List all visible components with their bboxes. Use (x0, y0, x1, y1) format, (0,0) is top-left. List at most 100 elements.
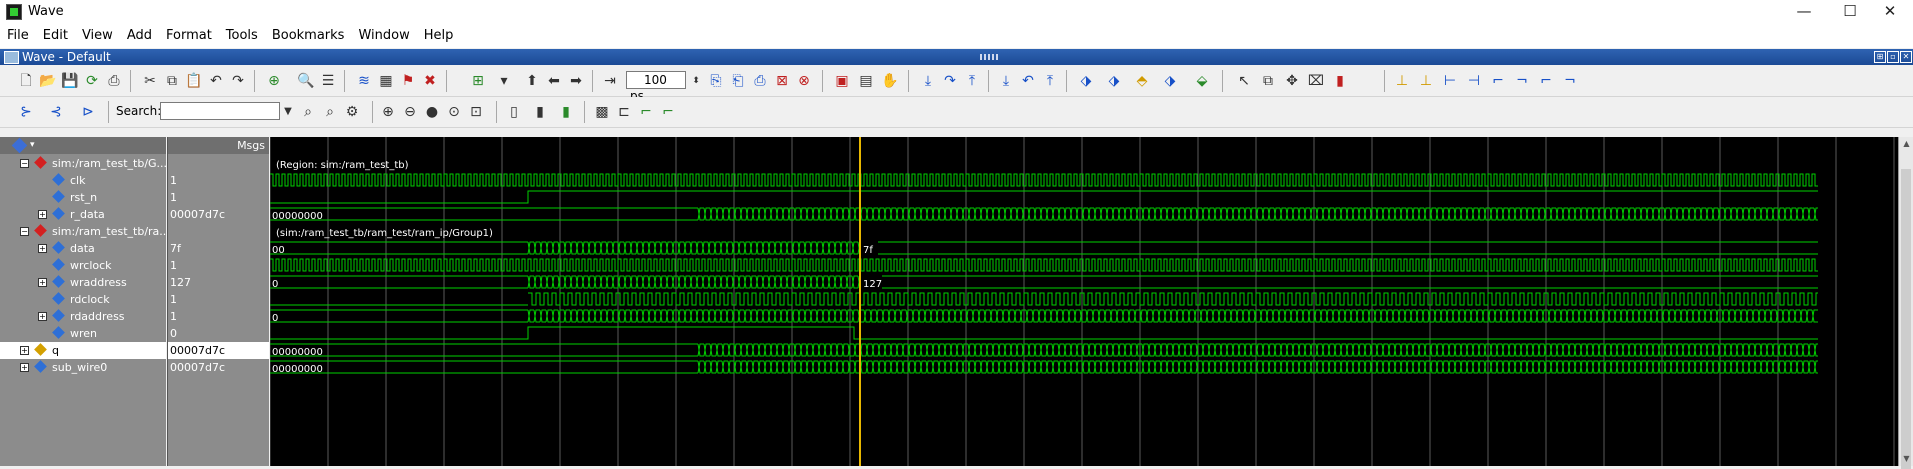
menu-view[interactable]: View (75, 24, 120, 48)
signal-row-clk[interactable]: clk (0, 172, 166, 189)
print-icon[interactable]: ⎙ (104, 71, 124, 91)
trace-icon[interactable]: ⬘ (1132, 71, 1152, 91)
search-options-icon[interactable]: ⚙ (342, 102, 362, 122)
expand-icon[interactable]: + (20, 363, 29, 372)
schematic-icon[interactable]: ⬗ (1104, 71, 1124, 91)
cut-icon[interactable]: ✂ (140, 71, 160, 91)
waveform-pane[interactable]: (Region: sim:/ram_test_tb) 00000000 (sim:/… (269, 137, 1898, 466)
signal-row-wraddress[interactable]: + wraddress (0, 274, 166, 291)
signal-row-wren[interactable]: wren (0, 325, 166, 342)
delete-icon[interactable]: ✖ (420, 71, 440, 91)
reload-icon[interactable]: ⟳ (82, 71, 102, 91)
collapse-icon[interactable]: − (20, 227, 29, 236)
expand-icon[interactable]: + (38, 210, 47, 219)
layers-icon[interactable]: ≋ (354, 71, 374, 91)
insert-group-icon[interactable]: ⊰ (46, 102, 66, 122)
run-icon[interactable]: ⎘ (706, 71, 726, 91)
wave-grid-icon[interactable]: ▩ (592, 102, 612, 122)
signal-row-sim-ram-test-tb-g-[interactable]: − sim:/ram_test_tb/G... (0, 155, 167, 172)
stop-mode-icon[interactable]: ▮ (1330, 71, 1350, 91)
insert-icon[interactable]: ⊞ (468, 71, 488, 91)
run-all-icon[interactable]: ⎙ (750, 71, 770, 91)
copy-icon[interactable]: ⧉ (162, 71, 182, 91)
menu-bookmarks[interactable]: Bookmarks (265, 24, 352, 48)
dataflow-icon[interactable]: ⬗ (1076, 71, 1096, 91)
search-prev-icon[interactable]: ⌕ (298, 102, 318, 122)
close-button[interactable]: ✕ (1867, 0, 1913, 24)
zoom-full-icon[interactable]: ● (422, 102, 442, 122)
edge-next-icon[interactable]: ⊣ (1464, 71, 1484, 91)
signal-row-r-data[interactable]: + r_data (0, 206, 166, 223)
save-icon[interactable]: 💾 (60, 71, 80, 91)
undo-icon[interactable]: ↶ (206, 71, 226, 91)
add-icon[interactable]: ⊕ (264, 71, 284, 91)
signal-row-rdclock[interactable]: rdclock (0, 291, 166, 308)
continue-icon[interactable]: ⎗ (728, 71, 748, 91)
wave-event-icon[interactable]: ⌐ (658, 102, 678, 122)
step-over-icon[interactable]: ↷ (940, 71, 960, 91)
compare-icon[interactable]: ⬗ (1160, 71, 1180, 91)
memory-icon[interactable]: ▤ (856, 71, 876, 91)
export-icon[interactable]: ⬙ (1192, 71, 1212, 91)
tree-dropdown-icon[interactable]: ▾ (30, 137, 35, 154)
select-pointer-icon[interactable]: ↖ (1234, 71, 1254, 91)
find-icon[interactable]: 🔍 (296, 71, 316, 91)
zoom-out-icon[interactable]: ⊖ (400, 102, 420, 122)
dropdown-icon[interactable]: ▾ (494, 71, 514, 91)
wave-logic-icon[interactable]: ⌐ (636, 102, 656, 122)
time-spinner-icon[interactable]: ⬍ (686, 71, 706, 91)
edge-last-icon[interactable]: ¬ (1560, 71, 1580, 91)
zoom-cursor-icon[interactable]: ⊙ (444, 102, 464, 122)
collapse-icon[interactable]: − (20, 159, 29, 168)
expand-icon[interactable]: + (20, 346, 29, 355)
wave-literal-icon[interactable]: ⊏ (614, 102, 634, 122)
edge-falling-icon[interactable]: ¬ (1512, 71, 1532, 91)
zoom-region-icon[interactable]: ⊡ (466, 102, 486, 122)
waveform-canvas[interactable]: (Region: sim:/ram_test_tb) 00000000 (sim:/… (269, 137, 1898, 466)
paste-icon[interactable]: 📋 (184, 71, 204, 91)
step-out-icon[interactable]: ⤒ (962, 71, 982, 91)
expand-icon[interactable]: + (38, 244, 47, 253)
break-icon[interactable]: ⊠ (772, 71, 792, 91)
restart-icon[interactable]: ▣ (832, 71, 852, 91)
expand-icon[interactable]: + (38, 312, 47, 321)
edit-mode-icon[interactable]: ⌧ (1306, 71, 1326, 91)
search-input[interactable] (160, 102, 280, 120)
signal-row-sub-wire0[interactable]: + sub_wire0 (0, 359, 166, 376)
pan-mode-icon[interactable]: ✥ (1282, 71, 1302, 91)
grid-icon[interactable]: ▦ (376, 71, 396, 91)
wave-view-icon[interactable]: ▯ (504, 102, 524, 122)
open-folder-icon[interactable]: 📂 (38, 71, 58, 91)
zoom-in-icon[interactable]: ⊕ (378, 102, 398, 122)
hand-icon[interactable]: ✋ (880, 71, 900, 91)
stop-icon[interactable]: ⊗ (794, 71, 814, 91)
insert-divider-icon[interactable]: ⊱ (16, 102, 36, 122)
step-up-icon[interactable]: ⤒ (1040, 71, 1060, 91)
arrow-right-icon[interactable]: ➡ (566, 71, 586, 91)
scroll-up-icon[interactable]: ▲ (1901, 139, 1912, 149)
scroll-down-icon[interactable]: ▼ (1901, 454, 1912, 464)
signal-row-sim-ram-test-tb-ra-[interactable]: − sim:/ram_test_tb/ra... (0, 223, 170, 240)
signal-row-wrclock[interactable]: wrclock (0, 257, 166, 274)
step-back-icon[interactable]: ⤓ (996, 71, 1016, 91)
run-time-input[interactable]: 100 ps (626, 71, 686, 103)
new-file-icon[interactable]: 🗋 (16, 71, 36, 91)
menu-window[interactable]: Window (351, 24, 416, 48)
cursor-add-icon[interactable]: ⊥ (1392, 71, 1412, 91)
edge-prev-icon[interactable]: ⊢ (1440, 71, 1460, 91)
expand-icon[interactable]: + (38, 278, 47, 287)
format-icon[interactable]: ☰ (318, 71, 338, 91)
zoom-mode-icon[interactable]: ⧉ (1258, 71, 1278, 91)
panel-undock-icon[interactable]: ▫ (1887, 51, 1899, 63)
vertical-scrollbar[interactable]: ▲ ▼ (1898, 137, 1913, 469)
panel-dock-icon[interactable]: ⊞ (1874, 51, 1886, 63)
menu-help[interactable]: Help (417, 24, 461, 48)
wave-tree-icon[interactable] (11, 137, 28, 154)
search-next-icon[interactable]: ⌕ (320, 102, 340, 122)
edge-rising-icon[interactable]: ⌐ (1488, 71, 1508, 91)
run-length-icon[interactable]: ⇥ (600, 71, 620, 91)
signal-row-rdaddress[interactable]: + rdaddress (0, 308, 166, 325)
menu-file[interactable]: File (0, 24, 36, 48)
bookmark-icon[interactable]: ⚑ (398, 71, 418, 91)
minimize-button[interactable]: — (1781, 0, 1827, 24)
